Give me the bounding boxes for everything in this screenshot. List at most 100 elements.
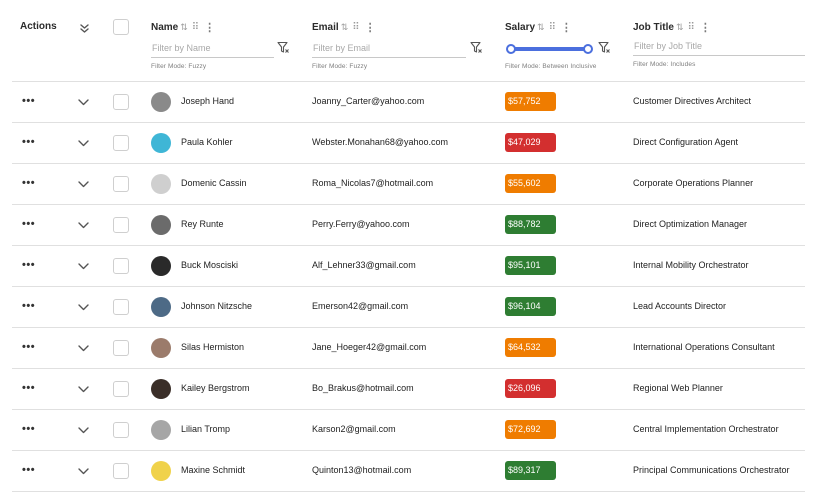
row-select-checkbox[interactable] <box>113 217 129 233</box>
more-horizontal-icon[interactable]: ••• <box>22 177 35 189</box>
more-horizontal-icon[interactable]: ••• <box>22 259 35 271</box>
column-menu-icon[interactable]: ⋮ <box>365 21 376 34</box>
name-cell: Lilian Tromp <box>181 424 231 434</box>
email-filter-mode: Filter Mode: Fuzzy <box>312 63 368 70</box>
avatar <box>151 297 171 317</box>
name-cell: Paula Kohler <box>181 137 233 147</box>
email-cell: Alf_Lehner33@gmail.com <box>312 260 416 270</box>
avatar <box>151 174 171 194</box>
email-column-label: Email <box>312 22 339 33</box>
salary-badge: $95,101 <box>505 256 556 275</box>
job-title-cell: Direct Configuration Agent <box>633 137 739 147</box>
table-row: ••• Domenic Cassin Roma_Nicolas7@hotmail… <box>12 164 805 205</box>
avatar <box>151 215 171 235</box>
sort-arrows-icon[interactable]: ⇅ <box>341 22 348 33</box>
avatar <box>151 92 171 112</box>
chevron-down-icon[interactable] <box>76 260 90 272</box>
job-title-cell: Corporate Operations Planner <box>633 178 754 188</box>
name-column-label: Name <box>151 22 179 33</box>
name-cell: Johnson Nitzsche <box>181 301 253 311</box>
email-cell: Roma_Nicolas7@hotmail.com <box>312 178 434 188</box>
row-select-checkbox[interactable] <box>113 381 129 397</box>
column-menu-icon[interactable]: ⋮ <box>561 21 572 34</box>
more-horizontal-icon[interactable]: ••• <box>22 136 35 148</box>
chevron-down-icon[interactable] <box>76 342 90 354</box>
drag-handle-icon[interactable]: ⠿ <box>192 22 199 33</box>
row-select-checkbox[interactable] <box>113 94 129 110</box>
select-all-checkbox[interactable] <box>113 19 129 35</box>
email-cell: Perry.Ferry@yahoo.com <box>312 219 410 229</box>
chevron-down-icon[interactable] <box>76 178 90 190</box>
email-filter-input[interactable] <box>312 38 466 58</box>
column-menu-icon[interactable]: ⋮ <box>700 21 711 34</box>
chevron-down-icon[interactable] <box>76 137 90 149</box>
more-horizontal-icon[interactable]: ••• <box>22 382 35 394</box>
row-select-checkbox[interactable] <box>113 299 129 315</box>
more-horizontal-icon[interactable]: ••• <box>22 95 35 107</box>
salary-column-header[interactable]: Salary ⇅ ⠿ ⋮ <box>505 21 572 34</box>
chevron-down-icon[interactable] <box>76 465 90 477</box>
row-select-checkbox[interactable] <box>113 135 129 151</box>
double-chevron-down-icon[interactable] <box>77 21 91 35</box>
email-cell: Webster.Monahan68@yahoo.com <box>312 137 449 147</box>
row-select-checkbox[interactable] <box>113 258 129 274</box>
row-select-checkbox[interactable] <box>113 340 129 356</box>
table-row: ••• Silas Hermiston Jane_Hoeger42@gmail.… <box>12 328 805 369</box>
salary-filter-mode: Filter Mode: Between Inclusive <box>505 63 597 70</box>
salary-badge: $47,029 <box>505 133 556 152</box>
name-cell: Buck Mosciski <box>181 260 239 270</box>
chevron-down-icon[interactable] <box>76 301 90 313</box>
sort-arrows-icon[interactable]: ⇅ <box>676 22 683 33</box>
data-table: Actions Name ⇅ ⠿ ⋮ Filter Mode: Fuzzy Em… <box>12 0 805 492</box>
email-cell: Karson2@gmail.com <box>312 424 396 434</box>
job-title-column-label: Job Title <box>633 22 674 33</box>
drag-handle-icon[interactable]: ⠿ <box>352 22 359 33</box>
name-cell: Maxine Schmidt <box>181 465 246 475</box>
table-body: ••• Joseph Hand Joanny_Carter@yahoo.com … <box>12 82 805 492</box>
filter-clear-icon[interactable] <box>469 40 483 54</box>
job-title-cell: Regional Web Planner <box>633 383 723 393</box>
job-title-column-header[interactable]: Job Title ⇅ ⠿ ⋮ <box>633 21 711 34</box>
more-horizontal-icon[interactable]: ••• <box>22 218 35 230</box>
avatar <box>151 461 171 481</box>
salary-badge: $55,602 <box>505 174 556 193</box>
more-horizontal-icon[interactable]: ••• <box>22 341 35 353</box>
email-column-header[interactable]: Email ⇅ ⠿ ⋮ <box>312 21 376 34</box>
job-title-cell: Customer Directives Architect <box>633 96 752 106</box>
row-select-checkbox[interactable] <box>113 176 129 192</box>
salary-range-slider[interactable] <box>506 43 593 55</box>
sort-arrows-icon[interactable]: ⇅ <box>180 22 187 33</box>
sort-arrows-icon[interactable]: ⇅ <box>537 22 544 33</box>
email-cell: Emerson42@gmail.com <box>312 301 409 311</box>
salary-badge: $96,104 <box>505 297 556 316</box>
table-row: ••• Lilian Tromp Karson2@gmail.com $72,6… <box>12 410 805 451</box>
job-title-cell: Internal Mobility Orchestrator <box>633 260 749 270</box>
drag-handle-icon[interactable]: ⠿ <box>549 22 556 33</box>
avatar <box>151 420 171 440</box>
name-cell: Domenic Cassin <box>181 178 247 188</box>
filter-clear-icon[interactable] <box>597 40 611 54</box>
chevron-down-icon[interactable] <box>76 383 90 395</box>
email-cell: Bo_Brakus@hotmail.com <box>312 383 414 393</box>
table-row: ••• Kailey Bergstrom Bo_Brakus@hotmail.c… <box>12 369 805 410</box>
table-row: ••• Maxine Schmidt Quinton13@hotmail.com… <box>12 451 805 492</box>
avatar <box>151 379 171 399</box>
name-column-header[interactable]: Name ⇅ ⠿ ⋮ <box>151 21 215 34</box>
more-horizontal-icon[interactable]: ••• <box>22 423 35 435</box>
chevron-down-icon[interactable] <box>76 424 90 436</box>
job-title-filter-input[interactable] <box>633 36 805 56</box>
slider-min-thumb[interactable] <box>506 44 516 54</box>
slider-max-thumb[interactable] <box>583 44 593 54</box>
table-row: ••• Paula Kohler Webster.Monahan68@yahoo… <box>12 123 805 164</box>
drag-handle-icon[interactable]: ⠿ <box>687 22 694 33</box>
more-horizontal-icon[interactable]: ••• <box>22 464 35 476</box>
name-filter-input[interactable] <box>151 38 274 58</box>
salary-badge: $72,692 <box>505 420 556 439</box>
column-menu-icon[interactable]: ⋮ <box>204 21 215 34</box>
row-select-checkbox[interactable] <box>113 463 129 479</box>
chevron-down-icon[interactable] <box>76 219 90 231</box>
more-horizontal-icon[interactable]: ••• <box>22 300 35 312</box>
chevron-down-icon[interactable] <box>76 96 90 108</box>
filter-clear-icon[interactable] <box>276 40 290 54</box>
row-select-checkbox[interactable] <box>113 422 129 438</box>
